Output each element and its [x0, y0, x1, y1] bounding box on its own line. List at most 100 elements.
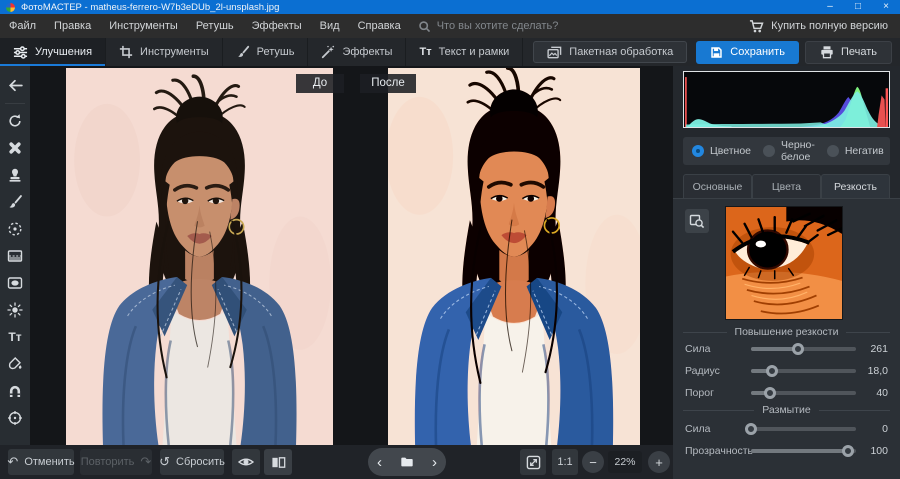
- brush-tool-button[interactable]: [3, 190, 27, 214]
- split-view-icon: [271, 455, 286, 470]
- text-tool-button[interactable]: Tт: [3, 325, 27, 349]
- slider-value: 261: [856, 343, 888, 355]
- radio-negative-label[interactable]: Негатив: [845, 145, 884, 157]
- menu-retouch[interactable]: Ретушь: [187, 14, 243, 38]
- healing-patch-tool-button[interactable]: [3, 136, 27, 160]
- tab-retouch[interactable]: Ретушь: [223, 38, 309, 66]
- vignette-tool-button[interactable]: [3, 271, 27, 295]
- tab-text-frames[interactable]: Tт Текст и рамки: [406, 38, 523, 66]
- panel-tab-basic[interactable]: Основные: [683, 174, 752, 199]
- sharpness-tab-content: Повышение резкости Сила 261 Радиус 18,0 …: [673, 198, 900, 479]
- lighting-tool-button[interactable]: [3, 298, 27, 322]
- quick-compare-button[interactable]: [232, 449, 260, 475]
- fit-to-screen-button[interactable]: [520, 449, 546, 475]
- slider-value: 100: [856, 445, 888, 457]
- buy-full-version-button[interactable]: Купить полную версию: [749, 19, 900, 34]
- slider-sharpen-radius: Радиус 18,0: [685, 363, 888, 379]
- slider-sharpen-amount: Сила 261: [685, 341, 888, 357]
- save-button[interactable]: Сохранить: [696, 41, 799, 64]
- next-photo-button[interactable]: ›: [432, 455, 437, 470]
- rotate-tool-button[interactable]: [3, 109, 27, 133]
- tab-tools[interactable]: Инструменты: [106, 38, 223, 66]
- blur-section-title: Размытие: [762, 404, 810, 416]
- slider-handle[interactable]: [792, 343, 804, 355]
- tab-label: Пакетная обработка: [569, 46, 673, 58]
- redo-button[interactable]: Повторить ↷: [80, 449, 152, 475]
- slider-value: 18,0: [856, 365, 888, 377]
- slider-handle[interactable]: [842, 445, 854, 457]
- buy-label: Купить полную версию: [771, 20, 888, 32]
- menu-help[interactable]: Справка: [349, 14, 410, 38]
- menu-view[interactable]: Вид: [311, 14, 349, 38]
- magic-wand-icon: [321, 45, 335, 59]
- slider-track[interactable]: [751, 422, 856, 436]
- slider-blur-amount: Сила 0: [685, 421, 888, 437]
- zoom-in-button[interactable]: +: [648, 451, 670, 473]
- plus-icon: +: [655, 455, 663, 470]
- clone-stamp-tool-button[interactable]: [3, 163, 27, 187]
- slider-track[interactable]: [751, 342, 856, 356]
- slider-track[interactable]: [751, 364, 856, 378]
- prev-photo-button[interactable]: ‹: [377, 455, 382, 470]
- tab-batch-processing[interactable]: Пакетная обработка: [533, 41, 687, 63]
- print-label: Печать: [841, 46, 877, 58]
- title-bar: ФотоМАСТЕР - matheus-ferrero-W7b3eDUb_2l…: [0, 0, 900, 14]
- redo-label: Повторить: [81, 456, 135, 468]
- folder-icon[interactable]: [399, 455, 415, 469]
- redo-arrow-icon: ↷: [140, 454, 151, 470]
- preview-zoom-button[interactable]: [685, 209, 709, 233]
- back-button[interactable]: [3, 73, 27, 97]
- radial-filter-tool-button[interactable]: [3, 217, 27, 241]
- reset-icon: ↺: [159, 454, 170, 470]
- radio-color-label[interactable]: Цветное: [710, 145, 751, 157]
- panel-tabs: Основные Цвета Резкость: [683, 174, 890, 199]
- maximize-button[interactable]: □: [844, 0, 872, 14]
- slider-value: 0: [856, 423, 888, 435]
- radio-negative[interactable]: [827, 145, 839, 157]
- tab-enhancements[interactable]: Улучшения: [0, 38, 106, 66]
- window-controls: – □ ×: [816, 0, 900, 14]
- zoom-actual-size-button[interactable]: 1:1: [552, 449, 578, 475]
- minimize-button[interactable]: –: [816, 0, 844, 14]
- fill-tool-button[interactable]: [3, 352, 27, 376]
- menu-tools[interactable]: Инструменты: [100, 14, 187, 38]
- close-button[interactable]: ×: [872, 0, 900, 14]
- after-image: [388, 68, 640, 445]
- curves-magnet-tool-button[interactable]: [3, 379, 27, 403]
- brush-icon: [236, 45, 250, 59]
- tab-label: Инструменты: [140, 46, 209, 58]
- radio-black-white-label[interactable]: Черно-белое: [781, 139, 815, 163]
- slider-handle[interactable]: [745, 423, 757, 435]
- split-view-button[interactable]: [264, 449, 292, 475]
- save-label: Сохранить: [730, 46, 785, 58]
- target-correction-tool-button[interactable]: [3, 406, 27, 430]
- panel-tab-sharpness[interactable]: Резкость: [821, 174, 890, 199]
- radio-color[interactable]: [692, 145, 704, 157]
- zoom-out-button[interactable]: −: [582, 451, 604, 473]
- sidebar-divider: [5, 103, 25, 104]
- radio-black-white[interactable]: [763, 145, 775, 157]
- zoom-actual-label: 1:1: [557, 456, 572, 468]
- slider-handle[interactable]: [764, 387, 776, 399]
- panel-tab-colors[interactable]: Цвета: [752, 174, 821, 199]
- zoom-level-value: 22%: [608, 451, 642, 473]
- slider-handle[interactable]: [766, 365, 778, 377]
- menu-file[interactable]: Файл: [0, 14, 45, 38]
- print-button[interactable]: Печать: [805, 41, 892, 64]
- menu-edit[interactable]: Правка: [45, 14, 100, 38]
- sharpness-preview-thumbnail: [725, 206, 843, 320]
- main-tab-bar: Улучшения Инструменты Ретушь Эффекты Tт …: [0, 38, 900, 66]
- tab-effects[interactable]: Эффекты: [308, 38, 406, 66]
- reset-button[interactable]: ↺ Сбросить: [160, 449, 224, 475]
- slider-label: Сила: [685, 423, 751, 435]
- adjustments-panel: Цветное Черно-белое Негатив Основные Цве…: [673, 66, 900, 479]
- menu-effects[interactable]: Эффекты: [243, 14, 311, 38]
- crop-icon: [119, 45, 133, 59]
- graduated-filter-tool-button[interactable]: [3, 244, 27, 268]
- search-input[interactable]: Что вы хотите сделать?: [418, 20, 559, 33]
- slider-track[interactable]: [751, 386, 856, 400]
- slider-track[interactable]: [751, 444, 856, 458]
- slider-value: 40: [856, 387, 888, 399]
- undo-button[interactable]: ↶ Отменить: [8, 449, 74, 475]
- histogram: [683, 71, 890, 128]
